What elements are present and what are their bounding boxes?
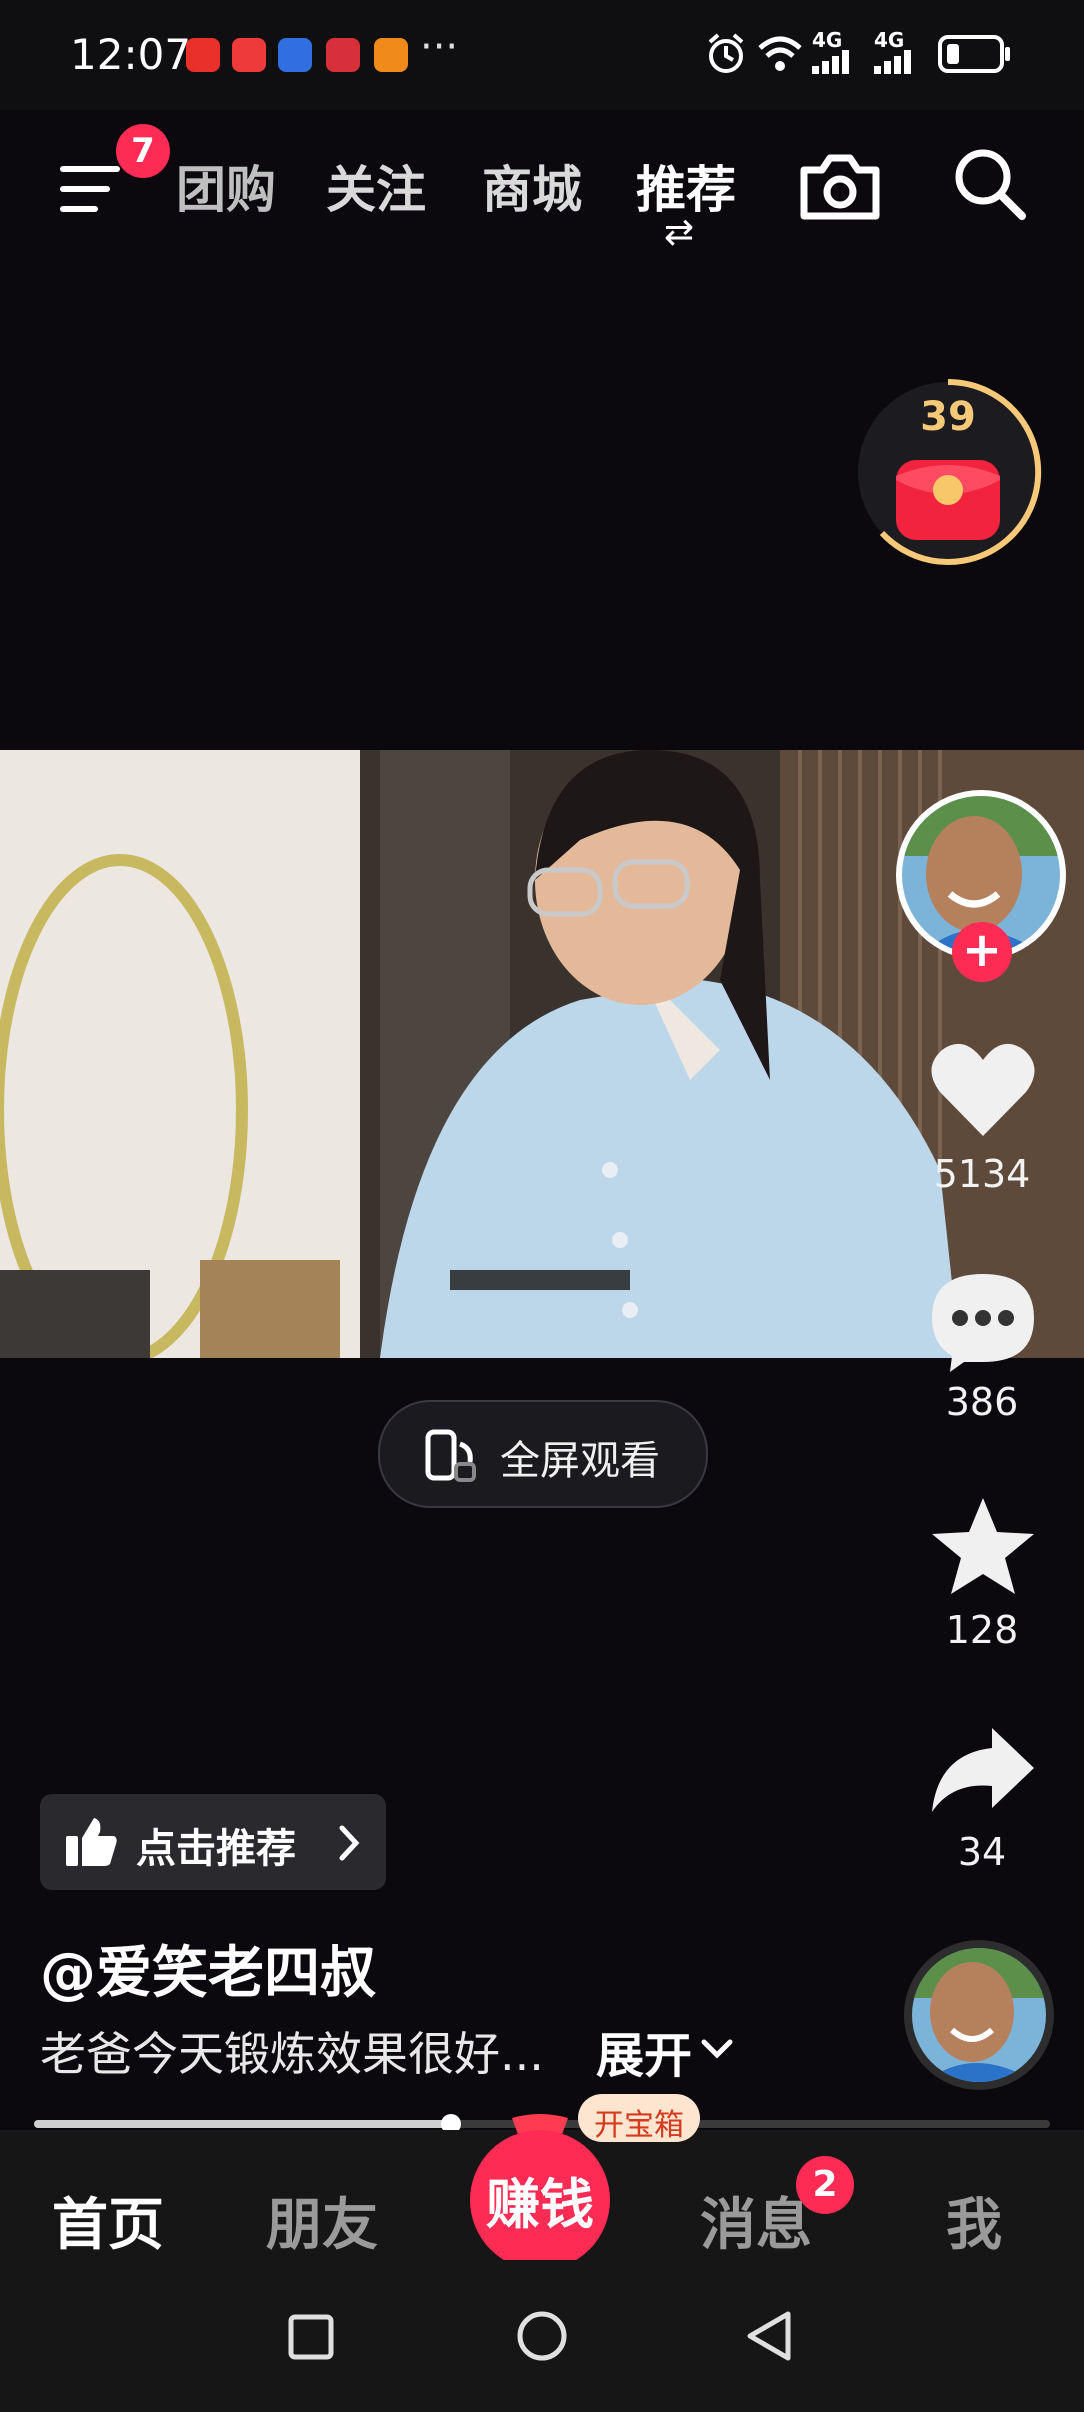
switch-feed-icon[interactable]: ⇄ — [664, 212, 694, 253]
red-envelope-icon — [896, 460, 1000, 540]
sound-disc-image — [912, 1948, 1046, 2082]
share-count: 34 — [957, 1830, 1007, 1874]
menu-badge: 7 — [116, 124, 170, 178]
camera-icon[interactable] — [798, 150, 882, 222]
recents-icon[interactable] — [288, 2314, 334, 2360]
messages-badge: 2 — [796, 2156, 854, 2214]
expand-caption-button[interactable]: 展开 — [596, 2016, 692, 2086]
video-caption: 老爸今天锻炼效果很好... — [40, 2027, 544, 2081]
network-type-1: 4G — [812, 28, 843, 52]
tab-group-buy[interactable]: 团购 — [176, 150, 276, 222]
thumbs-up-icon — [66, 1818, 117, 1866]
treasure-box-label: 开宝箱 — [594, 2108, 684, 2143]
heart-icon[interactable] — [928, 1040, 1038, 1140]
comment-icon[interactable] — [928, 1270, 1038, 1374]
blue-app-icon — [278, 38, 312, 72]
favorite-star-icon[interactable] — [928, 1494, 1038, 1598]
back-triangle-icon[interactable] — [744, 2310, 794, 2362]
search-icon[interactable] — [952, 146, 1028, 222]
fullscreen-label: 全屏观看 — [500, 1438, 660, 1484]
signal-icon-1 — [812, 50, 849, 74]
follow-plus-button[interactable]: + — [952, 922, 1012, 982]
tab-mall[interactable]: 商城 — [482, 150, 582, 222]
alarm-icon — [708, 33, 744, 73]
author-handle[interactable]: @爱笑老四叔 — [40, 1928, 376, 2009]
sound-disc[interactable] — [904, 1940, 1054, 2090]
comment-count: 386 — [945, 1380, 1019, 1424]
nav-earn-label: 赚钱 — [486, 2173, 594, 2236]
reward-count: 39 — [920, 394, 976, 440]
fullscreen-button[interactable]: 全屏观看 — [378, 1400, 708, 1508]
battery-icon — [938, 35, 1010, 73]
home-circle-icon[interactable] — [516, 2310, 568, 2362]
status-time: 12:07 — [70, 30, 192, 79]
like-count: 5134 — [933, 1152, 1031, 1196]
recommend-chip[interactable]: 点击推荐 — [40, 1794, 386, 1890]
red-book-icon — [232, 38, 266, 72]
rotate-screen-icon — [425, 1429, 476, 1482]
video-progress-fill — [34, 2120, 451, 2128]
nav-messages[interactable]: 消息 — [700, 2180, 812, 2261]
favorite-count: 128 — [945, 1608, 1019, 1652]
treasure-box-tag: 开宝箱 — [578, 2094, 700, 2143]
nav-friends[interactable]: 朋友 — [266, 2180, 378, 2261]
share-icon[interactable] — [928, 1724, 1038, 1816]
wifi-icon — [758, 36, 802, 71]
reward-timer[interactable]: 39 — [852, 376, 1044, 568]
signal-icon-2 — [874, 50, 911, 74]
status-bar: 12:07 ··· 4G 4G — [0, 0, 1084, 110]
game-app-icon — [326, 38, 360, 72]
network-type-2: 4G — [874, 28, 905, 52]
nav-me[interactable]: 我 — [946, 2180, 1002, 2261]
toutiao-icon — [186, 38, 220, 72]
orange-app-icon — [374, 38, 408, 72]
menu-icon[interactable] — [60, 162, 124, 218]
tab-following[interactable]: 关注 — [326, 150, 426, 222]
system-nav-bar — [0, 2260, 1084, 2412]
nav-home[interactable]: 首页 — [52, 2180, 164, 2261]
more-notifications-icon: ··· — [420, 24, 459, 70]
recommend-label: 点击推荐 — [136, 1826, 296, 1872]
chevron-right-icon — [339, 1825, 360, 1861]
chevron-down-icon — [701, 2039, 733, 2059]
